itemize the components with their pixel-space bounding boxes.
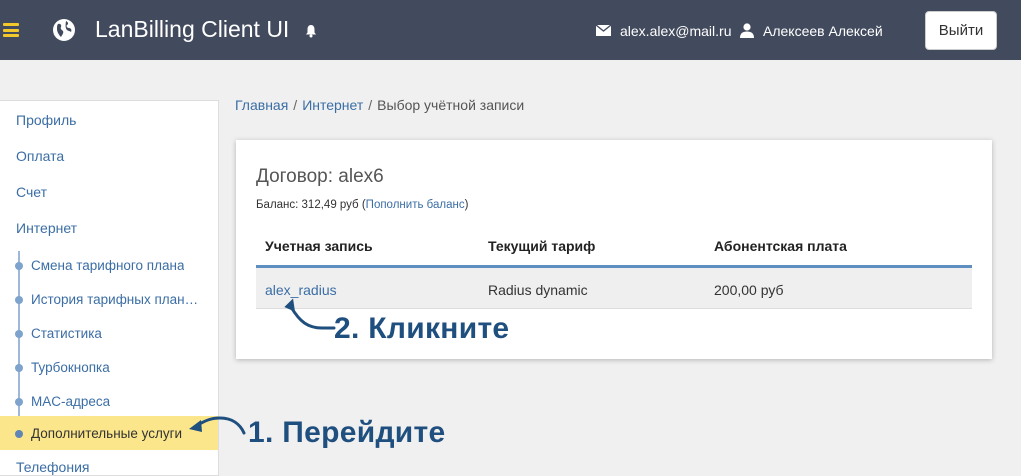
- balance-label: Баланс: 312,49 руб (: [256, 199, 366, 211]
- sidebar-item-internet[interactable]: Интернет: [16, 220, 77, 236]
- annotation-step-2: 2. Кликните: [334, 312, 510, 345]
- top-up-balance-link[interactable]: Пополнить баланс: [366, 199, 465, 211]
- annotation-step-1: 1. Перейдите: [248, 416, 446, 449]
- bullet-icon: [15, 364, 23, 372]
- sidebar-subitem-label: Турбокнопка: [31, 360, 110, 375]
- sidebar-item-payment[interactable]: Оплата: [16, 148, 64, 164]
- sidebar-subitem-label: Смена тарифного плана: [31, 258, 185, 273]
- sidebar-subitem-statistics[interactable]: Статистика: [0, 318, 218, 350]
- sidebar-subitem-label: Дополнительные услуги: [31, 426, 183, 441]
- user-name: Алексеев Алексей: [763, 23, 883, 39]
- column-header-fee[interactable]: Абонентская плата: [714, 238, 847, 254]
- sidebar-subitem-tariff-history[interactable]: История тарифных плана...: [0, 284, 218, 316]
- logout-button[interactable]: Выйти: [925, 11, 997, 50]
- bullet-icon: [15, 262, 23, 270]
- fee-cell: 200,00 руб: [714, 282, 784, 298]
- sidebar-subitem-tariff-change[interactable]: Смена тарифного плана: [0, 250, 218, 282]
- bullet-icon: [15, 296, 23, 304]
- sidebar-subitem-label: MAC-адреса: [31, 394, 111, 409]
- user-icon: [740, 23, 754, 38]
- breadcrumb-home-link[interactable]: Главная: [235, 97, 288, 113]
- breadcrumb: Главная / Интернет / Выбор учётной записи: [235, 97, 524, 113]
- breadcrumb-current: Выбор учётной записи: [377, 97, 525, 113]
- breadcrumb-separator: /: [368, 97, 373, 113]
- sidebar-item-invoice[interactable]: Счет: [16, 184, 47, 200]
- sidebar-subitem-label: Статистика: [31, 326, 102, 341]
- app-title: LanBilling Client UI: [95, 16, 290, 42]
- sidebar-item-telephony[interactable]: Телефония: [16, 459, 89, 475]
- breadcrumb-separator: /: [293, 97, 298, 113]
- contract-title: Договор: alex6: [256, 166, 384, 187]
- breadcrumb-internet-link[interactable]: Интернет: [302, 97, 363, 113]
- curved-arrow-icon: [284, 298, 336, 330]
- bullet-icon: [15, 430, 23, 438]
- sidebar-subitem-turbo[interactable]: Турбокнопка: [0, 352, 218, 384]
- bell-icon[interactable]: [304, 24, 318, 38]
- column-header-account[interactable]: Учетная запись: [265, 238, 373, 254]
- menu-icon[interactable]: [3, 23, 19, 37]
- balance-close-paren: ): [464, 199, 469, 211]
- envelope-icon: [596, 25, 611, 36]
- curved-arrow-icon: [189, 416, 246, 435]
- top-navbar: LanBilling Client UI alex.alex@mail.ru А…: [0, 0, 1021, 60]
- balance-text: Баланс: 312,49 руб (Пополнить баланс): [256, 199, 468, 211]
- table-row[interactable]: alex_radius Radius dynamic 200,00 руб: [256, 268, 972, 309]
- tariff-cell: Radius dynamic: [488, 282, 588, 298]
- user-email: alex.alex@mail.ru: [620, 23, 732, 39]
- column-header-tariff[interactable]: Текущий тариф: [488, 238, 595, 254]
- bullet-icon: [15, 398, 23, 406]
- sidebar-item-profile[interactable]: Профиль: [16, 112, 76, 128]
- globe-icon: [53, 19, 75, 41]
- sidebar-subitem-label: История тарифных плана...: [31, 292, 201, 307]
- bullet-icon: [15, 330, 23, 338]
